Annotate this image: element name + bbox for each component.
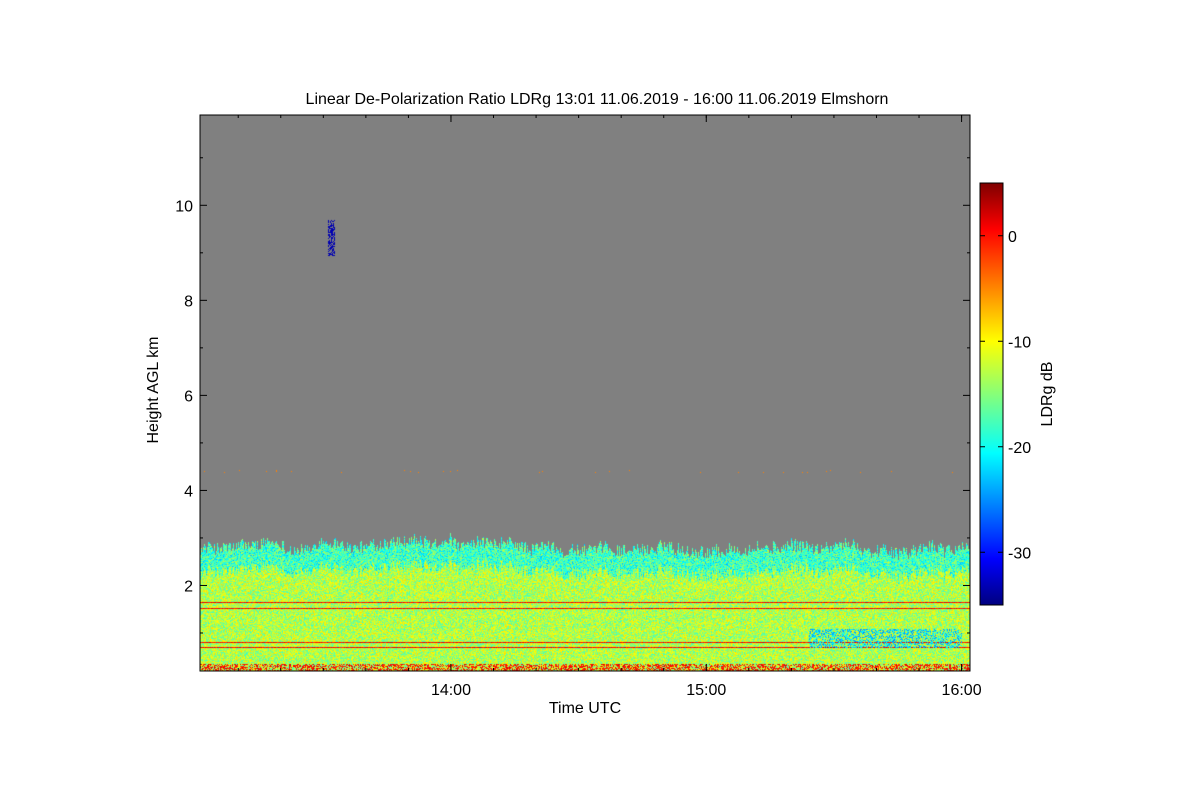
colorbar-tick-label: -10: [1008, 334, 1031, 351]
ldr-heatmap: [200, 115, 970, 671]
colorbar-tick-label: -20: [1008, 440, 1031, 457]
x-tick-label: 15:00: [686, 682, 726, 699]
colorbar-tick-label: 0: [1008, 229, 1017, 246]
x-axis-label: Time UTC: [549, 700, 621, 717]
y-tick-label: 8: [184, 293, 193, 310]
heatmap-raster-container: [200, 115, 970, 671]
colorbar-label: LDRg dB: [1039, 362, 1056, 427]
y-axis-label: Height AGL km: [145, 336, 162, 443]
x-tick-label: 14:00: [431, 682, 471, 699]
y-tick-label: 10: [175, 198, 193, 215]
y-tick-label: 2: [184, 578, 193, 595]
y-tick-label: 4: [184, 483, 193, 500]
x-tick-label: 16:00: [942, 682, 982, 699]
colorbar-tick-label: -30: [1008, 545, 1031, 562]
chart-title: Linear De-Polarization Ratio LDRg 13:01 …: [306, 91, 889, 108]
colorbar: [979, 182, 1004, 606]
y-tick-label: 6: [184, 388, 193, 405]
ldr-figure: Linear De-Polarization Ratio LDRg 13:01 …: [145, 91, 1056, 717]
